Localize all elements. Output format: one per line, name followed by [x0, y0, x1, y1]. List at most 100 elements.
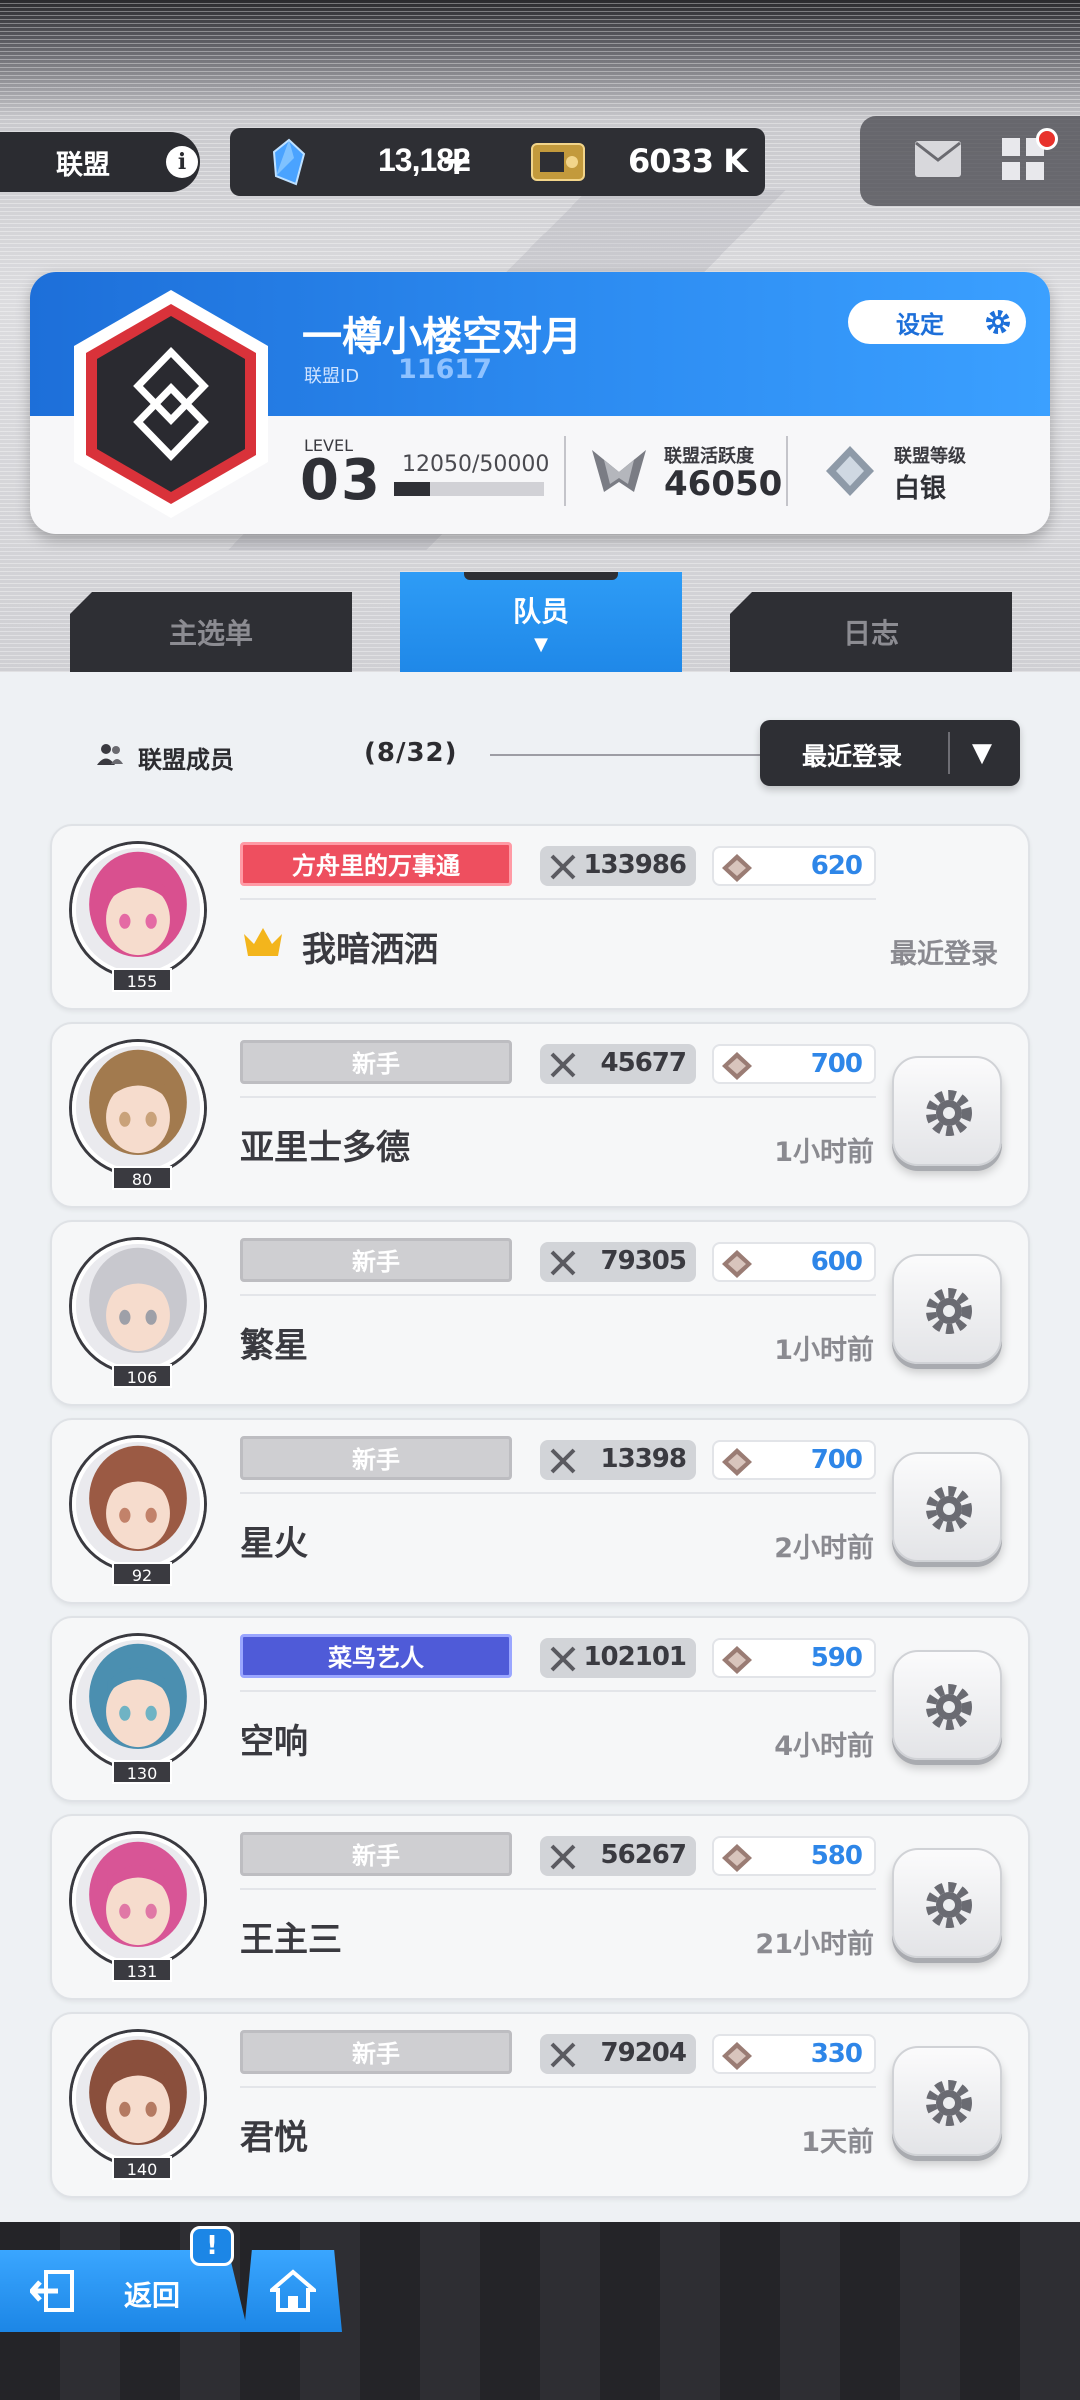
member-settings-button[interactable]: [892, 2046, 1002, 2156]
combat-power: 79204: [540, 2034, 696, 2074]
combat-power: 13398: [540, 1440, 696, 1480]
swords-icon: [550, 1448, 576, 1474]
alliance-id: 11617: [398, 354, 492, 385]
avatar[interactable]: 155: [64, 836, 212, 992]
contribution: 590: [712, 1638, 876, 1678]
last-login: 2小时前: [774, 1533, 874, 1564]
members-label: 联盟成员: [138, 746, 234, 774]
home-button[interactable]: [244, 2250, 342, 2332]
alliance-exp: 12050/50000: [402, 452, 550, 477]
contribution: 700: [712, 1044, 876, 1084]
member-name: 君悦: [240, 2118, 308, 2158]
plus-icon[interactable]: +: [440, 138, 474, 184]
contribution-value: 600: [810, 1247, 863, 1277]
mail-icon[interactable]: [914, 140, 962, 178]
last-login: 1小时前: [774, 1137, 874, 1168]
divider: [240, 1492, 876, 1494]
avatar-frame: [72, 1636, 204, 1768]
member-settings-button[interactable]: [892, 1650, 1002, 1760]
rank-label: 联盟等级: [894, 446, 966, 467]
alert-badge: !: [190, 2226, 234, 2266]
avatar-frame: [72, 1240, 204, 1372]
members-count: (8/32): [364, 738, 458, 768]
gem-icon: [722, 1052, 752, 1080]
tab-label: 队员: [512, 594, 569, 628]
sort-selected: 最近登录: [802, 742, 903, 771]
combat-power: 56267: [540, 1836, 696, 1876]
divider: [786, 436, 788, 506]
member-settings-button[interactable]: [892, 1452, 1002, 1562]
divider: [240, 1888, 876, 1890]
exp-progress-bar: [394, 482, 544, 496]
divider: [564, 436, 566, 506]
contribution: 600: [712, 1242, 876, 1282]
rank-icon: [826, 446, 874, 496]
member-settings-button[interactable]: [892, 1254, 1002, 1364]
avatar[interactable]: 106: [64, 1232, 212, 1388]
member-settings-button[interactable]: [892, 1848, 1002, 1958]
avatar[interactable]: 80: [64, 1034, 212, 1190]
avatar-portrait: [76, 1244, 200, 1368]
exit-door-icon: [30, 2270, 74, 2312]
avatar[interactable]: 140: [64, 2024, 212, 2180]
avatar[interactable]: 131: [64, 1826, 212, 1982]
member-title-badge: 新手: [240, 2030, 512, 2074]
member-row[interactable]: 106 新手 79305 600 繁星 1小时前: [50, 1220, 1030, 1406]
divider: [240, 898, 876, 900]
avatar-frame: [72, 1834, 204, 1966]
member-name: 我暗洒洒: [302, 930, 438, 970]
avatar-portrait: [76, 2036, 200, 2160]
member-title-badge: 新手: [240, 1832, 512, 1876]
member-name: 空响: [240, 1722, 308, 1762]
avatar[interactable]: 92: [64, 1430, 212, 1586]
swords-icon: [550, 1646, 576, 1672]
avatar-frame: [72, 844, 204, 976]
avatar-level: 131: [112, 1958, 172, 1982]
avatar-level: 106: [112, 1364, 172, 1388]
contribution-value: 330: [810, 2039, 863, 2069]
avatar-frame: [72, 1438, 204, 1570]
gear-icon: [986, 310, 1010, 334]
member-row[interactable]: 131 新手 56267 580 王主三 21小时前: [50, 1814, 1030, 2000]
members-icon: [97, 744, 123, 765]
gem-icon: [722, 1646, 752, 1674]
gem-icon: [722, 1250, 752, 1278]
combat-power: 45677: [540, 1044, 696, 1084]
alliance-level: 03: [300, 448, 382, 513]
activity-value: 46050: [664, 464, 783, 504]
member-row[interactable]: 130 菜鸟艺人 102101 590 空响 4小时前: [50, 1616, 1030, 1802]
divider: [240, 2086, 876, 2088]
gem-icon: [722, 1448, 752, 1476]
alliance-settings-button[interactable]: 设定: [848, 300, 1026, 344]
member-row[interactable]: 92 新手 13398 700 星火 2小时前: [50, 1418, 1030, 1604]
member-name: 星火: [240, 1524, 308, 1564]
avatar-level: 155: [112, 968, 172, 992]
swords-icon: [550, 1844, 576, 1870]
divider: [240, 1096, 876, 1098]
member-name: 亚里士多德: [240, 1128, 410, 1168]
contribution-value: 590: [810, 1643, 863, 1673]
last-login: 21小时前: [755, 1929, 874, 1960]
last-login: 1天前: [801, 2127, 874, 2158]
exp-progress-fill: [394, 482, 431, 496]
member-settings-button[interactable]: [892, 1056, 1002, 1166]
contribution-value: 700: [810, 1445, 863, 1475]
member-title-badge: 新手: [240, 1238, 512, 1282]
member-title-badge: 新手: [240, 1436, 512, 1480]
avatar-level: 130: [112, 1760, 172, 1784]
avatar-level: 80: [112, 1166, 172, 1190]
tab-log[interactable]: 日志: [730, 592, 1012, 672]
tab-notch: [464, 572, 618, 580]
tab-members[interactable]: 队员 ▼: [400, 572, 682, 672]
avatar[interactable]: 130: [64, 1628, 212, 1784]
tab-main-menu[interactable]: 主选单: [70, 592, 352, 672]
alliance-id-label: 联盟ID: [304, 366, 360, 387]
combat-power-value: 79204: [600, 2038, 687, 2068]
member-row[interactable]: 155 方舟里的万事通 133986 620 我暗洒洒 最近登录: [50, 824, 1030, 1010]
swords-icon: [550, 2042, 576, 2068]
sort-dropdown[interactable]: 最近登录 ▼: [760, 720, 1020, 786]
tab-label: 日志: [842, 617, 899, 650]
member-row[interactable]: 140 新手 79204 330 君悦 1天前: [50, 2012, 1030, 2198]
member-row[interactable]: 80 新手 45677 700 亚里士多德 1小时前: [50, 1022, 1030, 1208]
info-icon[interactable]: i: [166, 146, 198, 178]
